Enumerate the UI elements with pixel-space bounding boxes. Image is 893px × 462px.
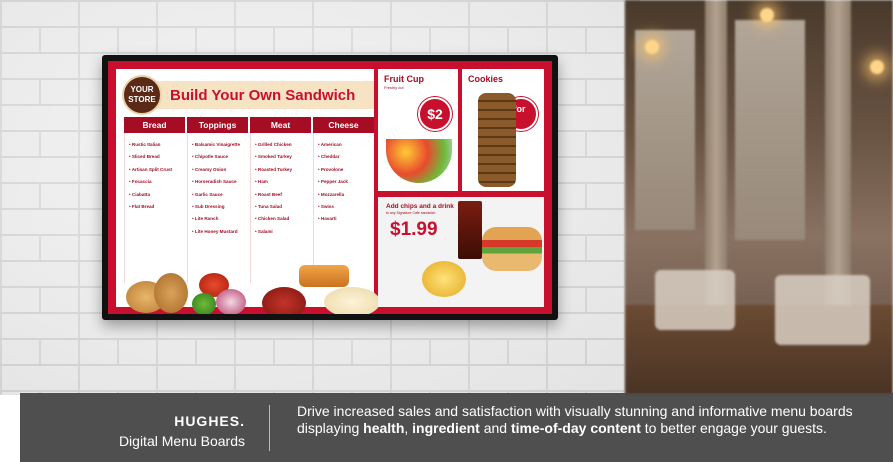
store-logo: YOUR STORE (122, 75, 162, 115)
drink-image (458, 201, 482, 259)
scene: Build Your Own Sandwich YOUR STORE Bread… (0, 0, 893, 462)
chips-image (422, 261, 466, 297)
brand-block: HUGHES. Digital Menu Boards (80, 413, 245, 449)
restaurant-background (625, 0, 893, 395)
combo-panel: Add chips and a drink to any Signature C… (378, 197, 544, 307)
menu-item: Chicken Salad (255, 213, 311, 225)
menu-item: Smoked Turkey (255, 151, 311, 163)
menu-item: Roast Beef (255, 189, 311, 201)
menu-item: Grilled Chicken (255, 139, 311, 151)
menu-item: Mozzarella (318, 189, 374, 201)
combo-price: $1.99 (390, 219, 438, 240)
sandwich-image (482, 227, 542, 271)
menu-item: Artisan Split Crust (129, 164, 185, 176)
menu-item: Chipotle Sauce (192, 151, 248, 163)
menu-item: Garlic Sauce (192, 189, 248, 201)
fruit-cup-image (386, 139, 452, 183)
menu-item: Swiss (318, 201, 374, 213)
menu-item: Sliced Bread (129, 151, 185, 163)
cookies-image (478, 93, 516, 187)
menu-item: Ciabatta (129, 189, 185, 201)
menu-item: Ham (255, 176, 311, 188)
menu-item: Balsamic Vinaigrette (192, 139, 248, 151)
menu-item: Lite Ranch (192, 213, 248, 225)
menu-title: Build Your Own Sandwich (170, 86, 356, 104)
menu-item: Roasted Turkey (255, 164, 311, 176)
menu-item: Horseradish Sauce (192, 176, 248, 188)
menu-title-bar: Build Your Own Sandwich (144, 81, 374, 109)
caption-band: HUGHES. Digital Menu Boards Drive increa… (20, 393, 893, 462)
digital-menu-display: Build Your Own Sandwich YOUR STORE Bread… (102, 55, 558, 320)
sandwich-ingredients-image (124, 259, 382, 314)
fruit-cup-price-badge: $2 (418, 97, 452, 131)
menu-item: American (318, 139, 374, 151)
divider (269, 405, 270, 451)
menu-item: Salami (255, 226, 311, 238)
menu-item: Rustic Italian (129, 139, 185, 151)
menu-item: Creamy Onion (192, 164, 248, 176)
menu-board-screen: Build Your Own Sandwich YOUR STORE Bread… (108, 61, 552, 314)
menu-item: Tuna Salad (255, 201, 311, 213)
fruit-cup-panel: Fruit Cup Freshly cut $2 (378, 69, 458, 191)
menu-item: Sub Dressing (192, 201, 248, 213)
hughes-logo: HUGHES. (174, 413, 245, 429)
menu-item: Provolone (318, 164, 374, 176)
cookies-panel: Cookies 2 for $1 (462, 69, 544, 191)
menu-item: Lite Honey Mustard (192, 226, 248, 238)
menu-item: Flat Bread (129, 201, 185, 213)
brand-subtitle: Digital Menu Boards (118, 433, 245, 449)
sandwich-menu-panel: Build Your Own Sandwich YOUR STORE Bread… (116, 69, 380, 314)
menu-item: Cheddar (318, 151, 374, 163)
menu-item: Pepper Jack (318, 176, 374, 188)
tagline: Drive increased sales and satisfaction w… (297, 403, 853, 436)
menu-item: Havarti (318, 213, 374, 225)
menu-item: Focaccia (129, 176, 185, 188)
